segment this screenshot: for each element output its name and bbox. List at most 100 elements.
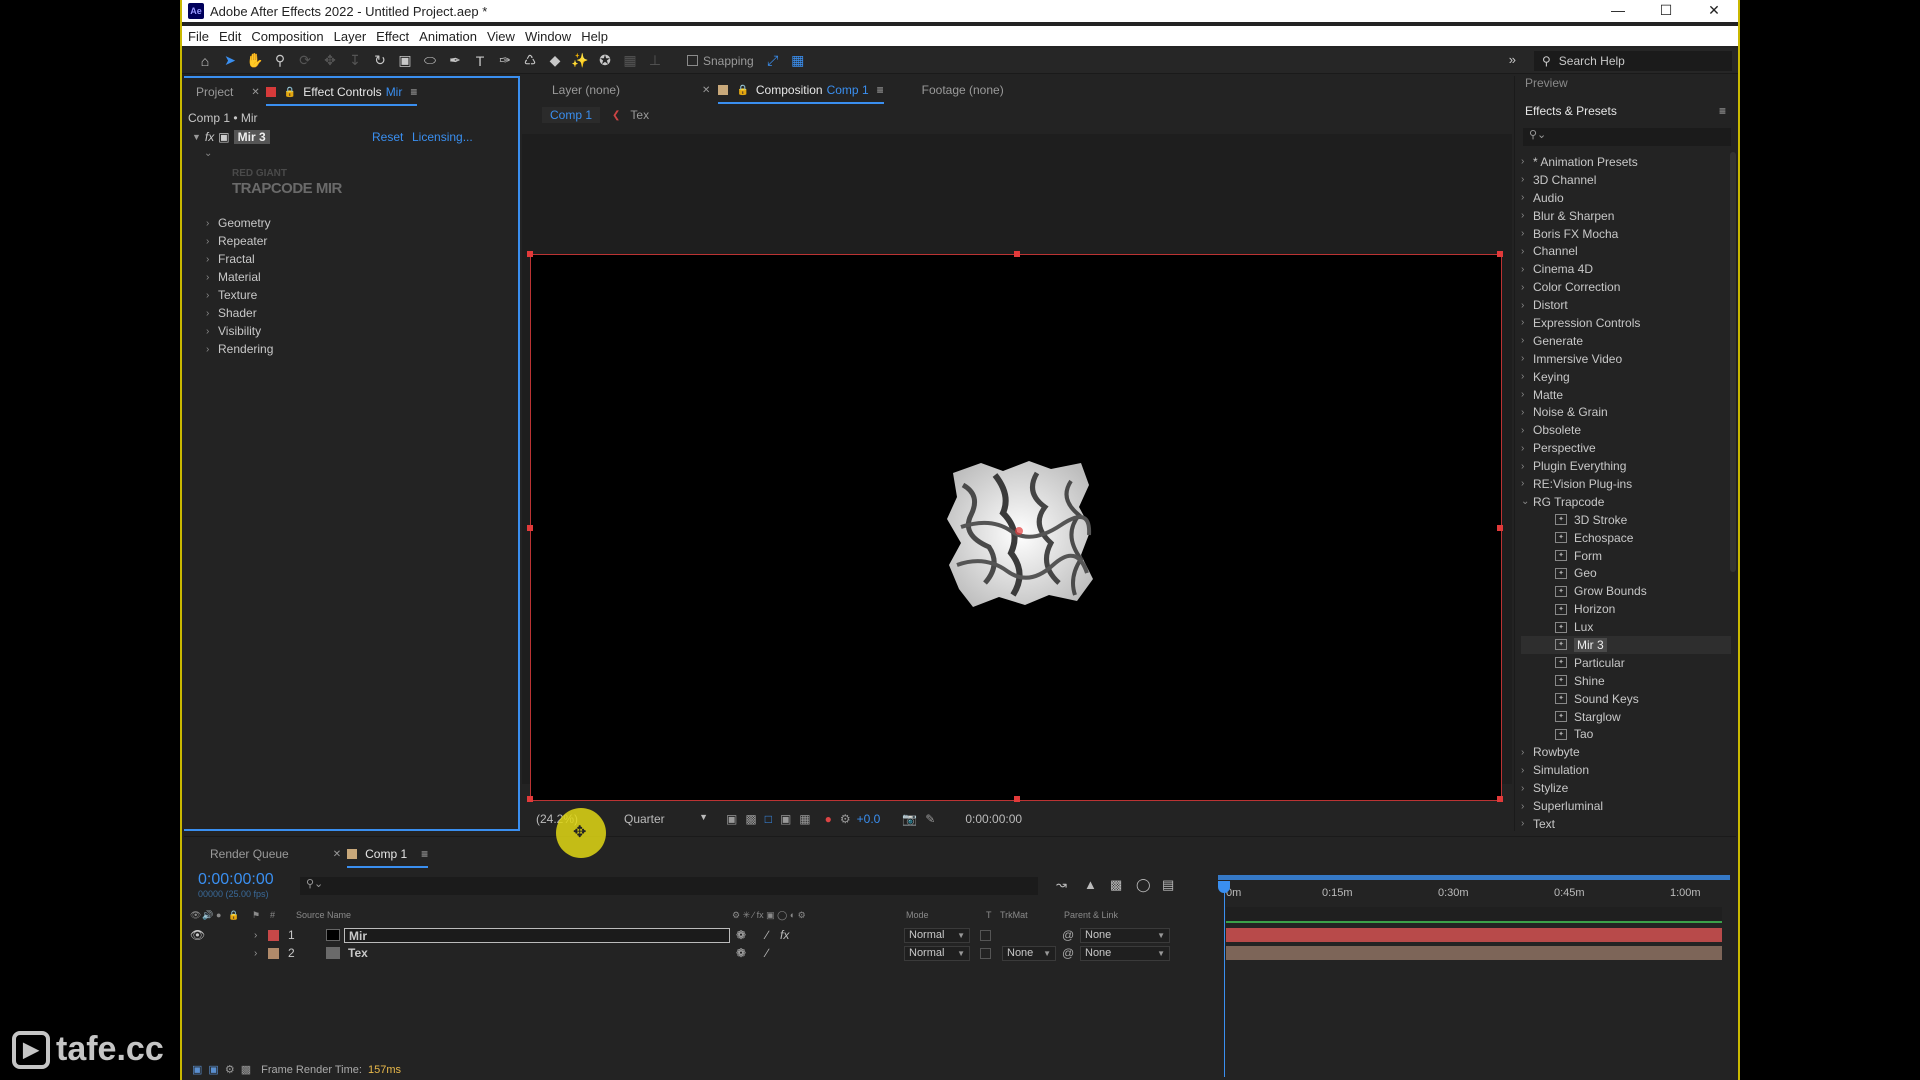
workspace-overflow-icon[interactable]: » [1509,52,1516,67]
solo-column-icon[interactable]: ● [216,910,221,920]
playhead-handle[interactable] [1218,881,1230,893]
bounding-handle[interactable] [527,796,533,802]
menu-window[interactable]: Window [525,29,571,44]
bounding-handle[interactable] [1497,796,1503,802]
resolution-dropdown[interactable]: Quarter ▼ [624,812,708,826]
preset-category[interactable]: › Audio [1521,189,1731,207]
bounding-handle[interactable] [527,251,533,257]
fx-switch-icon[interactable]: fx [780,928,789,942]
tab-effect-controls[interactable]: 🔒 Effect Controls Mir ≡ [265,85,418,106]
layer-row[interactable]: 👁 › 1 Mir ❁ ∕ fx Normal ▼ @ None ▼ [184,926,1224,944]
expand-transfer-controls-icon[interactable]: ▣ [208,1063,218,1076]
menu-file[interactable]: File [188,29,209,44]
preset-category[interactable]: › 3D Channel [1521,171,1731,189]
snap-features-icon[interactable]: ▦ [787,51,809,71]
zoom-tool-icon[interactable]: ⚲ [269,51,291,71]
close-tab-icon[interactable]: ✕ [251,87,259,98]
menu-effect[interactable]: Effect [376,29,409,44]
chevron-right-icon[interactable]: › [1521,228,1533,239]
align-icon[interactable]: ▦ [619,51,641,71]
preset-category[interactable]: › RE:Vision Plug-ins [1521,475,1731,493]
menu-view[interactable]: View [487,29,515,44]
render-time-icon[interactable]: ▩ [241,1063,251,1076]
lock-icon[interactable]: 🔒 [284,87,296,98]
effect-name[interactable]: Mir 3 [233,129,270,144]
hand-tool-icon[interactable]: ✋ [244,51,266,71]
work-area-bar[interactable] [1218,875,1730,880]
bounding-handle[interactable] [1014,796,1020,802]
preset-effect-item[interactable]: ✦ Shine [1521,672,1731,690]
preset-category[interactable]: › Boris FX Mocha [1521,225,1731,243]
preset-effect-item[interactable]: ✦ Particular [1521,654,1731,672]
chevron-right-icon[interactable]: › [1521,389,1533,400]
chevron-right-icon[interactable]: › [1521,282,1533,293]
snap-edges-icon[interactable]: ⤢ [762,51,784,71]
pick-whip-icon[interactable]: @ [1062,928,1074,942]
chevron-right-icon[interactable]: › [1521,407,1533,418]
property-group-rendering[interactable]: › Rendering [206,340,273,358]
snapshot-camera-icon[interactable]: 📷 [902,812,917,826]
chevron-right-icon[interactable]: › [206,344,218,355]
tab-project[interactable]: Project ✕ [196,85,266,99]
minimize-icon[interactable]: — [1594,0,1642,22]
presets-scrollbar[interactable] [1730,152,1736,572]
col-trkmat[interactable]: TrkMat [1000,910,1028,920]
parent-dropdown[interactable]: None ▼ [1080,927,1170,943]
chevron-right-icon[interactable]: › [206,236,218,247]
tab-footage[interactable]: Footage (none) [922,83,1004,97]
guides-icon[interactable]: ▣ [780,812,791,826]
chevron-right-icon[interactable]: › [1521,264,1533,275]
eraser-tool-icon[interactable]: ◆ [544,51,566,71]
panel-menu-icon[interactable]: ≡ [421,847,428,861]
transparency-grid-icon[interactable]: ▩ [745,812,756,826]
chevron-right-icon[interactable]: › [1521,765,1533,776]
chevron-right-icon[interactable]: › [1521,425,1533,436]
preset-category[interactable]: › Rowbyte [1521,743,1731,761]
chevron-right-icon[interactable]: › [1521,818,1533,829]
chevron-right-icon[interactable]: › [1521,335,1533,346]
parent-dropdown[interactable]: None ▼ [1080,945,1170,961]
preview-timecode[interactable]: 0:00:00:00 [965,812,1022,826]
composition-canvas[interactable] [527,251,1503,802]
snapping-toggle[interactable]: Snapping [687,54,754,68]
clone-stamp-tool-icon[interactable]: ♺ [519,51,541,71]
composition-mini-flowchart-icon[interactable]: ↝ [1056,877,1067,893]
panel-menu-icon[interactable]: ≡ [410,85,417,99]
chevron-right-icon[interactable]: › [1521,371,1533,382]
layer-name[interactable]: Mir [344,927,730,943]
ellipse-tool-icon[interactable]: ⬭ [419,51,441,71]
blend-mode-dropdown[interactable]: Normal ▼ [904,945,970,961]
preset-category[interactable]: › Expression Controls [1521,314,1731,332]
pan-tool-icon[interactable]: ✥ [319,51,341,71]
selection-tool-icon[interactable]: ➤ [219,51,241,71]
collapse-chevron-icon[interactable]: ▼ [192,132,201,142]
exposure-value[interactable]: +0.0 [857,812,881,826]
chevron-right-icon[interactable]: › [1521,192,1533,203]
timeline-search-input[interactable]: ⚲⌄ [300,877,1038,895]
effects-presets-title[interactable]: Effects & Presets [1525,104,1617,118]
color-channels-icon[interactable]: ● [825,812,832,826]
tab-layer[interactable]: Layer (none) [552,83,620,97]
lock-icon[interactable]: 🔒 [736,85,748,96]
track-matte-dropdown[interactable]: None ▼ [1002,945,1056,961]
effect-header-row[interactable]: ▼ fx ▣ Mir 3 Reset Licensing... [192,128,510,145]
brush-tool-icon[interactable]: ✑ [494,51,516,71]
home-icon[interactable]: ⌂ [194,51,216,71]
bounding-handle[interactable] [1497,525,1503,531]
preset-effect-item[interactable]: ✦ 3D Stroke [1521,511,1731,529]
preset-effect-item[interactable]: ✦ Horizon [1521,600,1731,618]
playhead-line[interactable] [1224,882,1225,1077]
licensing-link[interactable]: Licensing... [412,130,473,144]
preset-category[interactable]: › Color Correction [1521,278,1731,296]
breadcrumb-tex[interactable]: Tex [630,108,649,122]
show-snapshot-icon[interactable]: ✎ [925,812,935,826]
layer-duration-bar[interactable] [1226,928,1722,942]
preset-effect-item[interactable]: ✦ Geo [1521,564,1731,582]
property-group-fractal[interactable]: › Fractal [206,250,273,268]
motion-blur-icon[interactable]: ◯ [1136,877,1151,893]
preset-effect-item[interactable]: ✦ Lux [1521,618,1731,636]
close-icon[interactable]: ✕ [1690,0,1738,22]
chevron-right-icon[interactable]: › [1521,300,1533,311]
chevron-right-icon[interactable]: › [1521,478,1533,489]
chevron-right-icon[interactable]: › [206,218,218,229]
